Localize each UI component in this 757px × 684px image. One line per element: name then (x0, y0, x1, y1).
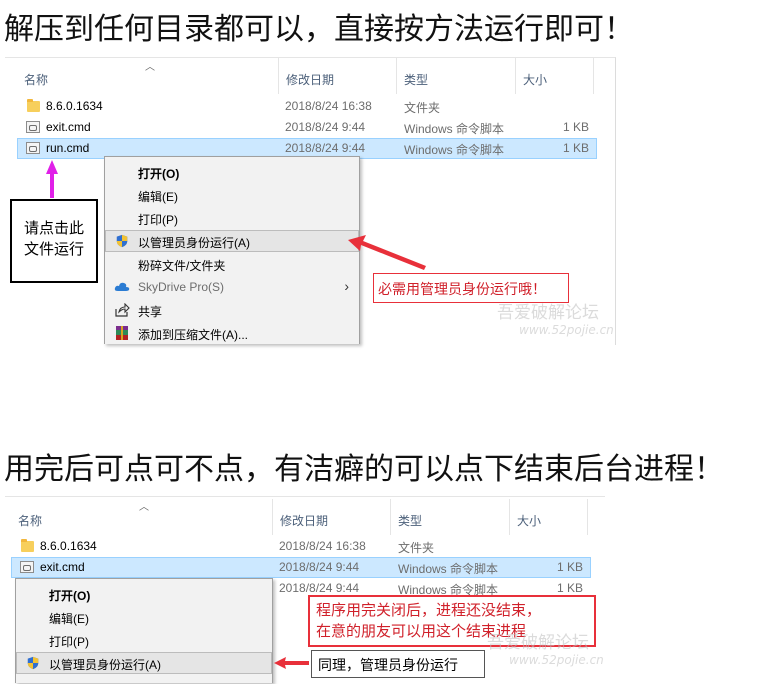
bottom-heading: 用完后可点可不点，有洁癖的可以点下结束后台进程！ (4, 452, 724, 487)
menu-item-open[interactable]: 打开(O) (105, 161, 359, 183)
uac-shield-icon (27, 656, 39, 670)
context-menu-bottom: 打开(O) 编辑(E) 打印(P) 以管理员身份运行(A) (15, 578, 273, 683)
menu-item-add-to-archive[interactable]: 添加到压缩文件(A)... (105, 322, 359, 344)
file-row-exit-cmd[interactable]: exit.cmd 2018/8/24 9:44 Windows 命令脚本 1 K… (17, 117, 597, 138)
column-header-size[interactable]: 大小 (516, 58, 594, 94)
column-header-type[interactable]: 类型 (391, 499, 510, 535)
top-heading: 解压到任何目录都可以，直接按方法运行即可！ (4, 12, 634, 47)
uac-shield-icon (116, 234, 128, 248)
column-header-type[interactable]: 类型 (397, 58, 516, 94)
watermark-bottom: 吾爱破解论坛 www.52pojie.cn (487, 633, 604, 667)
cmd-file-icon (20, 561, 34, 573)
menu-item-print[interactable]: 打印(P) (16, 629, 272, 651)
menu-item-edit[interactable]: 编辑(E) (105, 184, 359, 206)
click-here-callout: 请点击此 文件运行 (10, 199, 98, 283)
file-size: 1 KB (556, 560, 583, 574)
file-name: 8.6.0.1634 (46, 99, 103, 113)
folder-icon (21, 539, 34, 552)
file-type: Windows 命令脚本 (404, 143, 505, 157)
file-modified: 2018/8/24 16:38 (285, 99, 372, 113)
same-admin-callout: 同理，管理员身份运行 (311, 650, 485, 678)
column-header-name[interactable]: 名称 (17, 58, 279, 94)
menu-item-skydrive-pro[interactable]: SkyDrive Pro(S) › (105, 276, 359, 298)
file-size: 1 KB (556, 581, 583, 595)
file-name: exit.cmd (40, 560, 85, 574)
file-type: 文件夹 (398, 541, 435, 555)
menu-item-edit[interactable]: 编辑(E) (16, 606, 272, 628)
file-name: exit.cmd (46, 120, 91, 134)
file-modified: 2018/8/24 9:44 (279, 581, 360, 595)
file-type: Windows 命令脚本 (404, 122, 505, 136)
file-row-folder[interactable]: 8.6.0.1634 2018/8/24 16:38 文件夹 (17, 96, 597, 117)
file-size: 1 KB (562, 141, 589, 155)
magenta-up-arrow (46, 160, 58, 198)
column-header-size[interactable]: 大小 (510, 499, 588, 535)
context-menu-top: 打开(O) 编辑(E) 打印(P) 以管理员身份运行(A) 粉碎文件/文件夹 S… (104, 156, 360, 344)
file-row-exit-cmd[interactable]: exit.cmd 2018/8/24 9:44 Windows 命令脚本 1 K… (11, 557, 591, 578)
cloud-icon (114, 282, 130, 291)
file-type: 文件夹 (404, 101, 441, 115)
column-header-modified[interactable]: 修改日期 (279, 58, 397, 94)
menu-item-run-as-admin[interactable]: 以管理员身份运行(A) (16, 652, 272, 674)
menu-item-run-as-admin[interactable]: 以管理员身份运行(A) (105, 230, 359, 252)
column-header-modified[interactable]: 修改日期 (273, 499, 391, 535)
menu-item-print[interactable]: 打印(P) (105, 207, 359, 229)
file-modified: 2018/8/24 9:44 (285, 141, 366, 155)
menu-item-share[interactable]: 共享 (105, 299, 359, 321)
cmd-file-icon (26, 142, 40, 154)
menu-item-open[interactable]: 打开(O) (16, 583, 272, 605)
file-modified: 2018/8/24 16:38 (279, 539, 366, 553)
file-modified: 2018/8/24 9:44 (279, 560, 360, 574)
file-type: Windows 命令脚本 (398, 562, 499, 576)
submenu-arrow-icon: › (344, 278, 349, 294)
watermark-top: 吾爱破解论坛 www.52pojie.cn (497, 303, 614, 337)
file-size: 1 KB (562, 120, 589, 134)
file-name: 8.6.0.1634 (40, 539, 97, 553)
cmd-file-icon (26, 121, 40, 133)
share-icon (115, 303, 130, 317)
red-arrow-left (274, 657, 309, 669)
file-name: run.cmd (46, 141, 90, 155)
column-header-name[interactable]: 名称 (11, 499, 273, 535)
winrar-icon (116, 326, 128, 340)
folder-icon (27, 99, 40, 112)
red-arrow-to-admin (348, 235, 426, 270)
menu-item-shred[interactable]: 粉碎文件/文件夹 (105, 253, 359, 275)
file-modified: 2018/8/24 9:44 (285, 120, 366, 134)
file-row-folder[interactable]: 8.6.0.1634 2018/8/24 16:38 文件夹 (11, 536, 591, 557)
